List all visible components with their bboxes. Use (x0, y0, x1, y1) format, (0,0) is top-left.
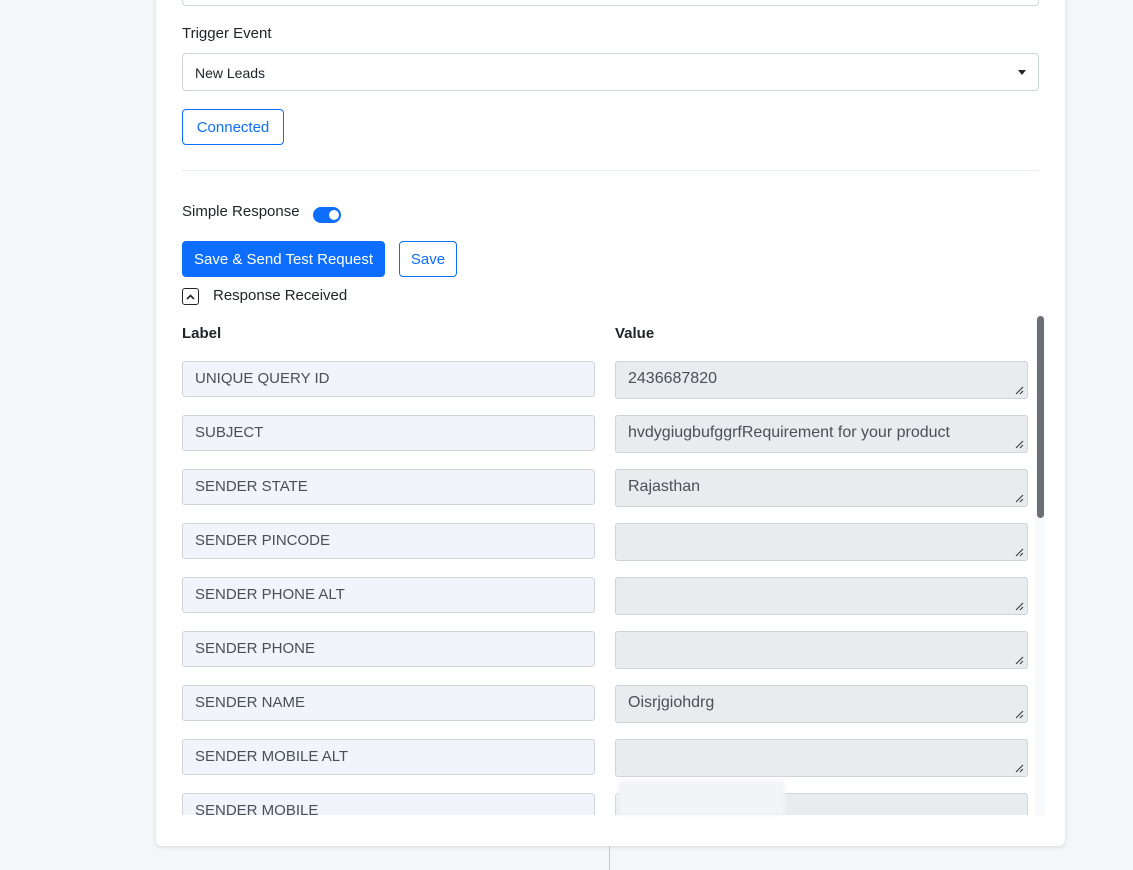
resize-grip-icon[interactable] (1015, 764, 1024, 773)
row-value-text: Oisrjgiohdrg (628, 694, 715, 711)
row-value-text: hvdygiugbufggrfRequirement for your prod… (628, 424, 950, 441)
divider (182, 170, 1039, 171)
value-column-header: Value (615, 325, 655, 342)
response-rows: UNIQUE QUERY ID 2436687820 SUBJECT hvdyg… (156, 345, 1065, 815)
resize-grip-icon[interactable] (1015, 656, 1024, 665)
row-value[interactable]: 2436687820 (615, 361, 1028, 399)
row-value-text: 2436687820 (628, 370, 717, 387)
table-row: UNIQUE QUERY ID 2436687820 (156, 345, 1065, 399)
resize-grip-icon[interactable] (1015, 386, 1024, 395)
toggle-knob (329, 210, 339, 220)
collapse-response-button[interactable] (182, 288, 199, 305)
row-label: SENDER PHONE ALT (182, 577, 595, 613)
label-column-header: Label (182, 325, 222, 342)
resize-grip-icon[interactable] (1015, 710, 1024, 719)
row-label: SENDER PINCODE (182, 523, 595, 559)
table-row: SENDER PINCODE (156, 507, 1065, 561)
row-value[interactable]: hvdygiugbufggrfRequirement for your prod… (615, 415, 1028, 453)
redacted-overlay (618, 780, 785, 815)
row-value-text: Rajasthan (628, 478, 701, 495)
simple-response-label: Simple Response (182, 203, 300, 220)
resize-grip-icon[interactable] (1015, 440, 1024, 449)
resize-grip-icon[interactable] (1015, 602, 1024, 611)
row-value[interactable] (615, 631, 1028, 669)
row-label: UNIQUE QUERY ID (182, 361, 595, 397)
top-field-input[interactable] (182, 0, 1039, 6)
connected-button[interactable]: Connected (182, 109, 284, 145)
row-label: SENDER PHONE (182, 631, 595, 667)
row-label: SUBJECT (182, 415, 595, 451)
response-received-label: Response Received (213, 287, 348, 304)
resize-grip-icon[interactable] (1015, 494, 1024, 503)
table-row: SENDER NAME Oisrjgiohdrg (156, 669, 1065, 723)
row-value[interactable] (615, 739, 1028, 777)
table-row: SENDER PHONE (156, 615, 1065, 669)
resize-grip-icon[interactable] (1015, 548, 1024, 557)
table-row: SENDER PHONE ALT (156, 561, 1065, 615)
trigger-event-select[interactable]: New Leads (182, 53, 1039, 91)
row-value[interactable]: Oisrjgiohdrg (615, 685, 1028, 723)
row-value[interactable] (615, 577, 1028, 615)
row-value[interactable]: Rajasthan (615, 469, 1028, 507)
table-row: SENDER STATE Rajasthan (156, 453, 1065, 507)
chevron-up-icon (186, 293, 195, 300)
simple-response-toggle[interactable] (313, 207, 341, 223)
row-label: SENDER MOBILE (182, 793, 595, 815)
caret-down-icon (1018, 70, 1026, 75)
table-row: SENDER MOBILE ALT (156, 723, 1065, 777)
save-button[interactable]: Save (399, 241, 457, 277)
table-row: SUBJECT hvdygiugbufggrfRequirement for y… (156, 399, 1065, 453)
flow-connector (609, 846, 610, 870)
trigger-event-value: New Leads (195, 65, 266, 81)
row-label: SENDER NAME (182, 685, 595, 721)
row-label: SENDER MOBILE ALT (182, 739, 595, 775)
trigger-event-label: Trigger Event (182, 25, 272, 42)
table-row: SENDER MOBILE (156, 777, 1065, 815)
row-value[interactable] (615, 523, 1028, 561)
save-send-test-button[interactable]: Save & Send Test Request (182, 241, 385, 277)
row-label: SENDER STATE (182, 469, 595, 505)
scrollbar-thumb[interactable] (1037, 316, 1044, 518)
